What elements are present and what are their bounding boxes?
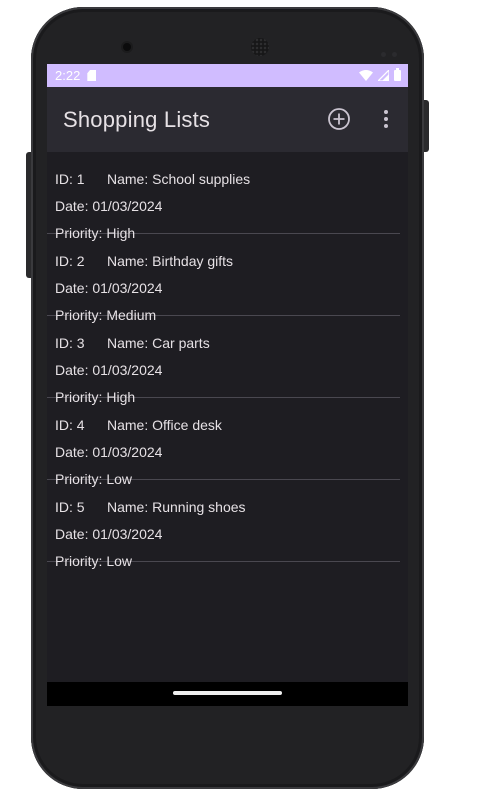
page-title: Shopping Lists — [63, 106, 211, 132]
signal-icon — [378, 70, 389, 81]
list-item[interactable]: ID: 2 Name: Birthday gifts Date: 01/03/20… — [47, 234, 400, 323]
navigation-bar — [47, 682, 408, 706]
item-id: ID: 4 — [55, 417, 85, 433]
item-name: Name: Car parts — [107, 335, 210, 351]
item-id: ID: 2 — [55, 253, 85, 269]
item-name: Name: School supplies — [107, 171, 251, 187]
add-circle-icon[interactable] — [327, 107, 351, 131]
priority-label: Priority: — [55, 553, 107, 569]
item-name: Name: Running shoes — [107, 499, 246, 515]
date-label: Date: — [55, 526, 93, 542]
item-date: 01/03/2024 — [92, 444, 163, 460]
item-date: 01/03/2024 — [92, 280, 163, 296]
earpiece-speaker — [251, 38, 269, 56]
front-camera — [123, 43, 131, 51]
sd-card-icon — [87, 70, 97, 81]
item-date: 01/03/2024 — [92, 198, 163, 214]
list-item[interactable]: ID: 1 Name: School supplies Date: 01/03/2… — [47, 152, 400, 241]
home-gesture-handle[interactable] — [173, 691, 282, 695]
sensors — [381, 44, 405, 57]
screen: 2:22 Shopping Lists ID: 1 Name: School su… — [47, 64, 408, 706]
date-label: Date: — [55, 444, 93, 460]
date-label: Date: — [55, 362, 93, 378]
list-item[interactable]: ID: 4 Name: Office desk Date: 01/03/2024 … — [47, 398, 400, 487]
item-date: 01/03/2024 — [92, 362, 163, 378]
item-id: ID: 1 — [55, 171, 85, 187]
item-name: Name: Birthday gifts — [107, 253, 234, 269]
item-name: Name: Office desk — [107, 417, 222, 433]
list-item[interactable]: ID: 3 Name: Car parts Date: 01/03/2024 Pr… — [47, 316, 400, 405]
list-item[interactable]: ID: 5 Name: Running shoes Date: 01/03/202… — [47, 480, 400, 569]
app-bar: Shopping Lists — [47, 87, 408, 152]
more-vert-icon[interactable] — [381, 107, 391, 131]
shopping-list: ID: 1 Name: School supplies Date: 01/03/2… — [47, 152, 400, 569]
date-label: Date: — [55, 198, 93, 214]
status-time: 2:22 — [55, 68, 81, 83]
item-id: ID: 5 — [55, 499, 85, 515]
wifi-icon — [359, 70, 373, 81]
item-priority: Low — [106, 553, 133, 569]
battery-icon — [394, 68, 401, 81]
item-id: ID: 3 — [55, 335, 85, 351]
item-date: 01/03/2024 — [92, 526, 163, 542]
status-bar: 2:22 — [47, 64, 408, 87]
date-label: Date: — [55, 280, 93, 296]
